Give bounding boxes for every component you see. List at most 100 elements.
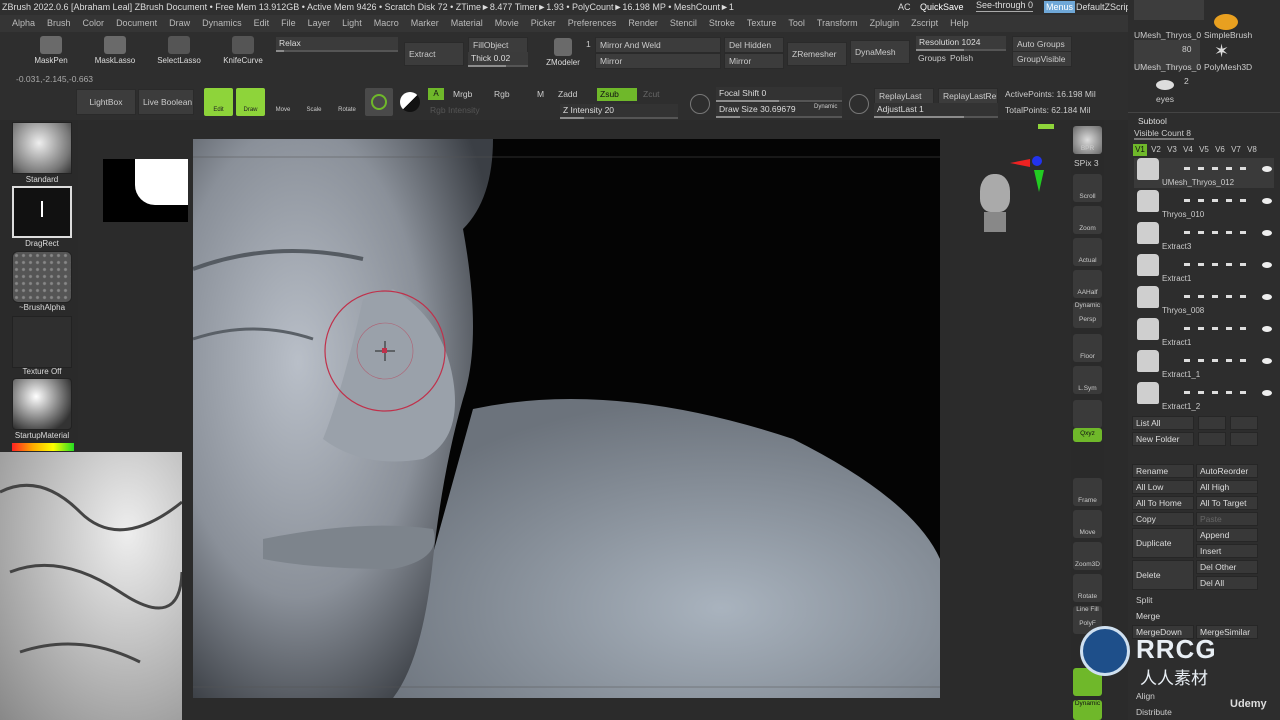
- menu-light[interactable]: Light: [342, 15, 362, 32]
- align-section[interactable]: Align: [1136, 691, 1155, 701]
- visible-count-slider[interactable]: Visible Count 8: [1134, 128, 1194, 140]
- menu-edit[interactable]: Edit: [254, 15, 270, 32]
- menus-toggle[interactable]: Menus: [1044, 1, 1076, 13]
- auto-groups-button[interactable]: Auto Groups: [1012, 36, 1072, 52]
- version-tab-v6[interactable]: V6: [1213, 144, 1227, 156]
- menu-tool[interactable]: Tool: [788, 15, 805, 32]
- copy-button[interactable]: Copy: [1132, 512, 1194, 526]
- group-visible-button[interactable]: GroupVisible: [1012, 51, 1072, 67]
- resolution-slider[interactable]: Resolution 1024: [916, 36, 1006, 51]
- eye-icon[interactable]: [1262, 230, 1272, 236]
- a-toggle[interactable]: A: [428, 88, 444, 100]
- merge-section[interactable]: Merge: [1136, 611, 1160, 621]
- rgb-intensity-slider[interactable]: Rgb Intensity: [430, 105, 480, 115]
- default-zscript-button[interactable]: DefaultZScript: [1076, 0, 1133, 15]
- move-view-button[interactable]: Move: [1073, 510, 1102, 538]
- polish-label[interactable]: Polish: [950, 53, 973, 63]
- subtool-controls[interactable]: [1184, 359, 1254, 362]
- append-button[interactable]: Append: [1196, 528, 1258, 542]
- menu-material[interactable]: Material: [451, 15, 483, 32]
- version-tab-v7[interactable]: V7: [1229, 144, 1243, 156]
- folder-arrow-button[interactable]: [1230, 432, 1258, 446]
- menu-preferences[interactable]: Preferences: [568, 15, 617, 32]
- autoreorder-button[interactable]: AutoReorder: [1196, 464, 1258, 478]
- menu-draw[interactable]: Draw: [169, 15, 190, 32]
- relax-slider[interactable]: Relax: [276, 37, 398, 52]
- distribute-section[interactable]: Distribute: [1136, 707, 1172, 717]
- menu-picker[interactable]: Picker: [531, 15, 556, 32]
- zmodeler-tool[interactable]: ZModeler: [543, 38, 583, 67]
- axis-gizmo[interactable]: [1010, 156, 1050, 196]
- edit-button[interactable]: Edit: [204, 88, 233, 116]
- actual-button[interactable]: Actual: [1073, 238, 1102, 266]
- subtool-controls[interactable]: [1184, 231, 1254, 234]
- menu-stroke[interactable]: Stroke: [709, 15, 735, 32]
- quicksave-button[interactable]: QuickSave: [920, 0, 964, 15]
- scale-button[interactable]: Scale: [301, 88, 327, 116]
- focal-shift-slider[interactable]: Focal Shift 0: [716, 87, 842, 102]
- color-material-toggle[interactable]: [400, 92, 420, 112]
- dynamesh-button[interactable]: DynaMesh: [850, 40, 910, 64]
- subtool-row[interactable]: UMesh_Thryos_012: [1134, 158, 1274, 188]
- menu-zplugin[interactable]: Zplugin: [870, 15, 900, 32]
- mirror-and-weld-button[interactable]: Mirror And Weld: [595, 37, 721, 53]
- subtool-controls[interactable]: [1184, 295, 1254, 298]
- brush-label-2[interactable]: SimpleBrush: [1204, 30, 1252, 40]
- move-down-button[interactable]: [1230, 416, 1258, 430]
- brush-label-3[interactable]: UMesh_Thryos_0: [1134, 62, 1201, 72]
- eye-icon[interactable]: [1262, 358, 1272, 364]
- material-thumb[interactable]: [12, 378, 72, 430]
- mirror-button[interactable]: Mirror: [595, 53, 721, 69]
- solo-button[interactable]: Dynamic: [1073, 700, 1102, 720]
- thick-slider[interactable]: Thick 0.02: [468, 52, 528, 67]
- subtool-controls[interactable]: [1184, 263, 1254, 266]
- fillobject-button[interactable]: FillObject: [468, 37, 528, 53]
- lightbox-button[interactable]: LightBox: [76, 89, 136, 115]
- subtool-header[interactable]: Subtool: [1138, 116, 1167, 126]
- menu-stencil[interactable]: Stencil: [670, 15, 697, 32]
- menu-layer[interactable]: Layer: [308, 15, 331, 32]
- selectlasso-tool[interactable]: SelectLasso: [154, 36, 204, 65]
- eye-icon[interactable]: [1262, 166, 1272, 172]
- subtool-row[interactable]: Extract1_1: [1134, 350, 1274, 380]
- menu-file[interactable]: File: [281, 15, 296, 32]
- version-tab-v1[interactable]: V1: [1133, 144, 1147, 156]
- menu-marker[interactable]: Marker: [411, 15, 439, 32]
- orientation-head-gizmo[interactable]: [975, 170, 1015, 240]
- menu-movie[interactable]: Movie: [495, 15, 519, 32]
- version-tab-v5[interactable]: V5: [1197, 144, 1211, 156]
- all-to-target-button[interactable]: All To Target: [1196, 496, 1258, 510]
- subtool-row[interactable]: Extract1: [1134, 254, 1274, 284]
- menu-alpha[interactable]: Alpha: [12, 15, 35, 32]
- floor-button[interactable]: Floor: [1073, 334, 1102, 362]
- persp-button[interactable]: Dynamic Persp: [1073, 302, 1102, 328]
- draw-button[interactable]: Draw: [236, 88, 265, 116]
- eye-icon[interactable]: [1262, 390, 1272, 396]
- texture-thumb[interactable]: [12, 316, 72, 368]
- replay-last-button[interactable]: ReplayLast: [874, 88, 934, 104]
- all-to-home-button[interactable]: All To Home: [1132, 496, 1194, 510]
- menu-help[interactable]: Help: [950, 15, 969, 32]
- brush-label-5[interactable]: eyes: [1156, 94, 1174, 104]
- version-tab-v3[interactable]: V3: [1165, 144, 1179, 156]
- menu-dynamics[interactable]: Dynamics: [202, 15, 242, 32]
- knifecurve-tool[interactable]: KnifeCurve: [220, 36, 266, 65]
- eye-icon[interactable]: [1262, 294, 1272, 300]
- insert-button[interactable]: Insert: [1196, 544, 1258, 558]
- move-up-button[interactable]: [1198, 416, 1226, 430]
- version-tab-v2[interactable]: V2: [1149, 144, 1163, 156]
- zadd-button[interactable]: Zadd: [558, 89, 577, 99]
- maskpen-tool[interactable]: MaskPen: [30, 36, 72, 65]
- spix-label[interactable]: SPix 3: [1074, 158, 1099, 168]
- rotate-view-button[interactable]: Rotate: [1073, 574, 1102, 602]
- menu-brush[interactable]: Brush: [47, 15, 71, 32]
- subtool-row[interactable]: Thryos_010: [1134, 190, 1274, 220]
- live-boolean-button[interactable]: Live Boolean: [138, 89, 194, 115]
- zremesher-button[interactable]: ZRemesher: [787, 42, 847, 66]
- menu-color[interactable]: Color: [83, 15, 105, 32]
- version-tab-v4[interactable]: V4: [1181, 144, 1195, 156]
- new-folder-button[interactable]: New Folder: [1132, 432, 1194, 446]
- eye-icon[interactable]: [1262, 198, 1272, 204]
- extract-button[interactable]: Extract: [404, 42, 464, 66]
- color-picker-strip[interactable]: [12, 443, 74, 451]
